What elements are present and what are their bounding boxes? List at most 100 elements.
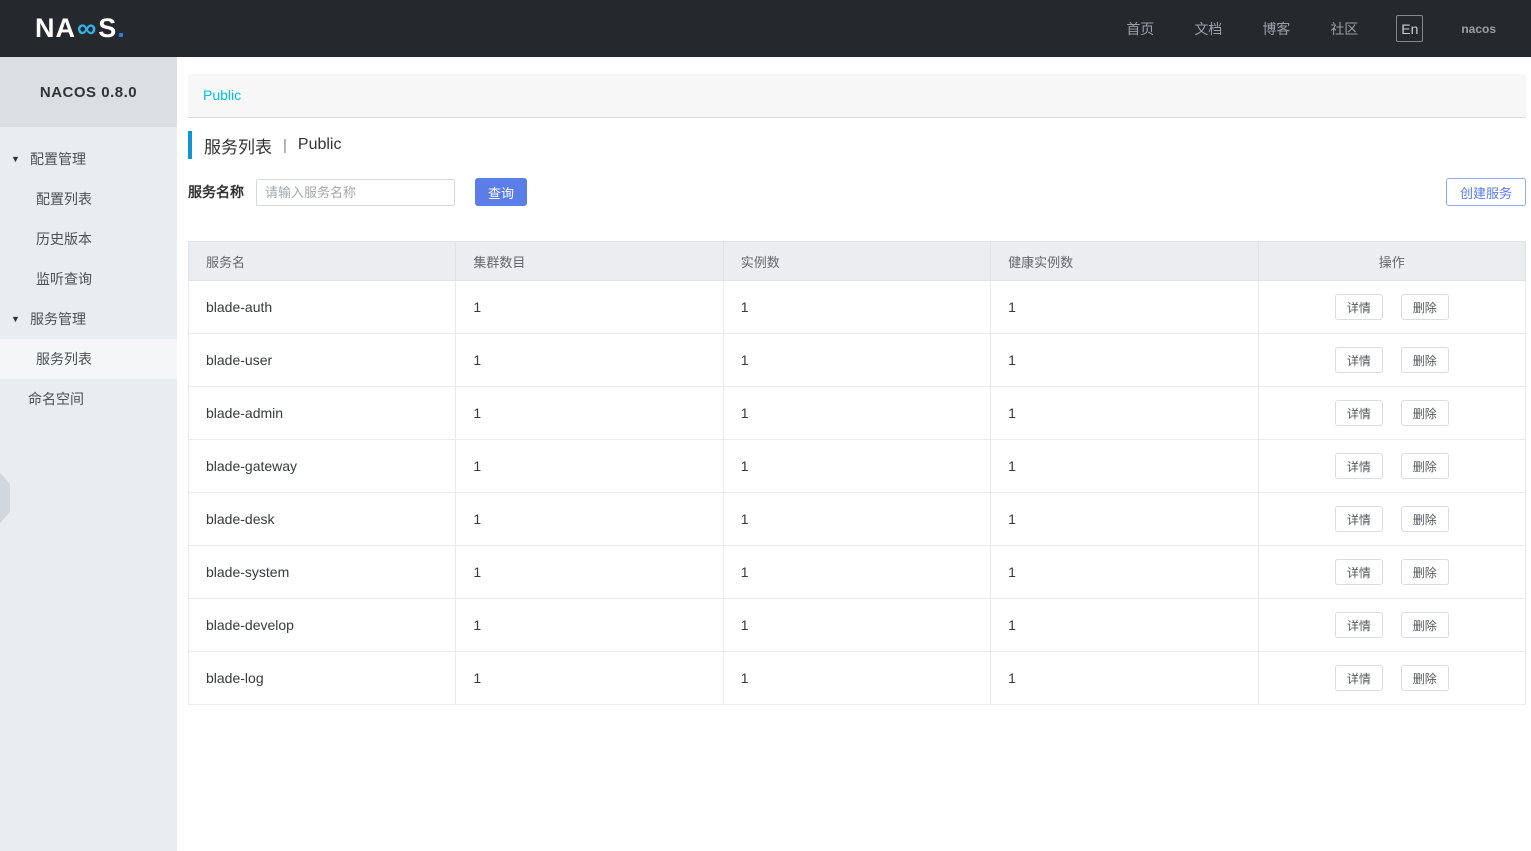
search-toolbar: 服务名称 查询 创建服务 bbox=[188, 178, 1526, 206]
sidebar-group-label: 配置管理 bbox=[30, 139, 86, 179]
actions-cell: 详情 删除 bbox=[1258, 652, 1525, 705]
title-separator: | bbox=[283, 137, 287, 154]
instance-count-cell: 1 bbox=[723, 493, 990, 546]
detail-button[interactable]: 详情 bbox=[1335, 347, 1383, 373]
healthy-instance-count-cell: 1 bbox=[991, 334, 1258, 387]
table-row: blade-system 1 1 1 详情 删除 bbox=[189, 546, 1526, 599]
service-name-cell: blade-desk bbox=[189, 493, 456, 546]
table-row: blade-user 1 1 1 详情 删除 bbox=[189, 334, 1526, 387]
delete-button[interactable]: 删除 bbox=[1401, 453, 1449, 479]
page-title-row: 服务列表 | Public bbox=[188, 130, 1526, 160]
table-row: blade-desk 1 1 1 详情 删除 bbox=[189, 493, 1526, 546]
instance-count-cell: 1 bbox=[723, 334, 990, 387]
triangle-down-icon: ▼ bbox=[11, 139, 21, 179]
cluster-count-cell: 1 bbox=[456, 493, 723, 546]
cluster-count-cell: 1 bbox=[456, 440, 723, 493]
top-navbar: NA∞S. 首页 文档 博客 社区 En nacos bbox=[0, 0, 1531, 57]
sidebar-item-label: 服务列表 bbox=[36, 339, 92, 379]
detail-button[interactable]: 详情 bbox=[1335, 506, 1383, 532]
table-row: blade-gateway 1 1 1 详情 删除 bbox=[189, 440, 1526, 493]
actions-cell: 详情 删除 bbox=[1258, 281, 1525, 334]
logo-dot: . bbox=[117, 13, 126, 43]
main-content: Public 服务列表 | Public 服务名称 查询 创建服务 服务名 集群… bbox=[177, 57, 1531, 851]
cluster-count-cell: 1 bbox=[456, 599, 723, 652]
healthy-instance-count-cell: 1 bbox=[991, 387, 1258, 440]
nav-item-community[interactable]: 社区 bbox=[1330, 19, 1358, 39]
cluster-count-cell: 1 bbox=[456, 546, 723, 599]
sidebar-item-history-versions[interactable]: 历史版本 bbox=[0, 219, 177, 259]
table-header-row: 服务名 集群数目 实例数 健康实例数 操作 bbox=[189, 242, 1526, 281]
sidebar-version-title: NACOS 0.8.0 bbox=[0, 57, 177, 127]
actions-cell: 详情 删除 bbox=[1258, 387, 1525, 440]
detail-button[interactable]: 详情 bbox=[1335, 665, 1383, 691]
service-name-cell: blade-gateway bbox=[189, 440, 456, 493]
breadcrumb: Public bbox=[188, 74, 1526, 118]
sidebar-nav: ▼ 配置管理 配置列表 历史版本 监听查询 ▼ 服务管理 服务列表 命名空间 bbox=[0, 127, 177, 419]
instance-count-cell: 1 bbox=[723, 440, 990, 493]
sidebar: NACOS 0.8.0 ▼ 配置管理 配置列表 历史版本 监听查询 ▼ 服务管理… bbox=[0, 57, 177, 851]
sidebar-item-label: 命名空间 bbox=[28, 379, 84, 419]
nav-item-docs[interactable]: 文档 bbox=[1194, 19, 1222, 39]
service-name-label: 服务名称 bbox=[188, 182, 244, 202]
healthy-instance-count-cell: 1 bbox=[991, 281, 1258, 334]
detail-button[interactable]: 详情 bbox=[1335, 400, 1383, 426]
sidebar-collapse-handle[interactable] bbox=[0, 473, 10, 523]
table-header-instance-count: 实例数 bbox=[723, 242, 990, 281]
healthy-instance-count-cell: 1 bbox=[991, 440, 1258, 493]
delete-button[interactable]: 删除 bbox=[1401, 347, 1449, 373]
instance-count-cell: 1 bbox=[723, 387, 990, 440]
cluster-count-cell: 1 bbox=[456, 334, 723, 387]
service-name-cell: blade-log bbox=[189, 652, 456, 705]
service-name-cell: blade-auth bbox=[189, 281, 456, 334]
healthy-instance-count-cell: 1 bbox=[991, 493, 1258, 546]
namespace-label: Public bbox=[298, 136, 342, 154]
create-service-button[interactable]: 创建服务 bbox=[1446, 178, 1526, 206]
cluster-count-cell: 1 bbox=[456, 652, 723, 705]
cluster-count-cell: 1 bbox=[456, 387, 723, 440]
service-name-cell: blade-system bbox=[189, 546, 456, 599]
delete-button[interactable]: 删除 bbox=[1401, 665, 1449, 691]
services-table: 服务名 集群数目 实例数 健康实例数 操作 blade-auth 1 1 1 详… bbox=[188, 241, 1526, 705]
table-header-actions: 操作 bbox=[1258, 242, 1525, 281]
nav-item-blog[interactable]: 博客 bbox=[1262, 19, 1290, 39]
delete-button[interactable]: 删除 bbox=[1401, 294, 1449, 320]
triangle-down-icon: ▼ bbox=[11, 299, 21, 339]
breadcrumb-namespace-link[interactable]: Public bbox=[203, 87, 241, 103]
logo-text-s: S bbox=[98, 13, 117, 43]
detail-button[interactable]: 详情 bbox=[1335, 294, 1383, 320]
healthy-instance-count-cell: 1 bbox=[991, 546, 1258, 599]
delete-button[interactable]: 删除 bbox=[1401, 400, 1449, 426]
sidebar-item-config-list[interactable]: 配置列表 bbox=[0, 179, 177, 219]
table-header-cluster-count: 集群数目 bbox=[456, 242, 723, 281]
table-row: blade-auth 1 1 1 详情 删除 bbox=[189, 281, 1526, 334]
language-toggle[interactable]: En bbox=[1396, 15, 1423, 42]
sidebar-item-label: 监听查询 bbox=[36, 259, 92, 299]
sidebar-group-service-management[interactable]: ▼ 服务管理 bbox=[0, 299, 177, 339]
service-name-cell: blade-user bbox=[189, 334, 456, 387]
actions-cell: 详情 删除 bbox=[1258, 493, 1525, 546]
nav-item-home[interactable]: 首页 bbox=[1126, 19, 1154, 39]
sidebar-item-namespace[interactable]: 命名空间 bbox=[0, 379, 177, 419]
delete-button[interactable]: 删除 bbox=[1401, 612, 1449, 638]
table-row: blade-log 1 1 1 详情 删除 bbox=[189, 652, 1526, 705]
healthy-instance-count-cell: 1 bbox=[991, 599, 1258, 652]
page-title: 服务列表 bbox=[204, 133, 272, 158]
detail-button[interactable]: 详情 bbox=[1335, 559, 1383, 585]
detail-button[interactable]: 详情 bbox=[1335, 453, 1383, 479]
table-header-service-name: 服务名 bbox=[189, 242, 456, 281]
infinity-icon: ∞ bbox=[76, 13, 98, 43]
instance-count-cell: 1 bbox=[723, 281, 990, 334]
nacos-logo[interactable]: NA∞S. bbox=[35, 13, 126, 44]
detail-button[interactable]: 详情 bbox=[1335, 612, 1383, 638]
sidebar-item-listening-query[interactable]: 监听查询 bbox=[0, 259, 177, 299]
instance-count-cell: 1 bbox=[723, 652, 990, 705]
sidebar-item-service-list[interactable]: 服务列表 bbox=[0, 339, 177, 379]
service-name-input[interactable] bbox=[256, 179, 455, 206]
username[interactable]: nacos bbox=[1461, 22, 1496, 36]
delete-button[interactable]: 删除 bbox=[1401, 506, 1449, 532]
instance-count-cell: 1 bbox=[723, 546, 990, 599]
actions-cell: 详情 删除 bbox=[1258, 599, 1525, 652]
delete-button[interactable]: 删除 bbox=[1401, 559, 1449, 585]
sidebar-group-config-management[interactable]: ▼ 配置管理 bbox=[0, 139, 177, 179]
query-button[interactable]: 查询 bbox=[475, 178, 527, 206]
